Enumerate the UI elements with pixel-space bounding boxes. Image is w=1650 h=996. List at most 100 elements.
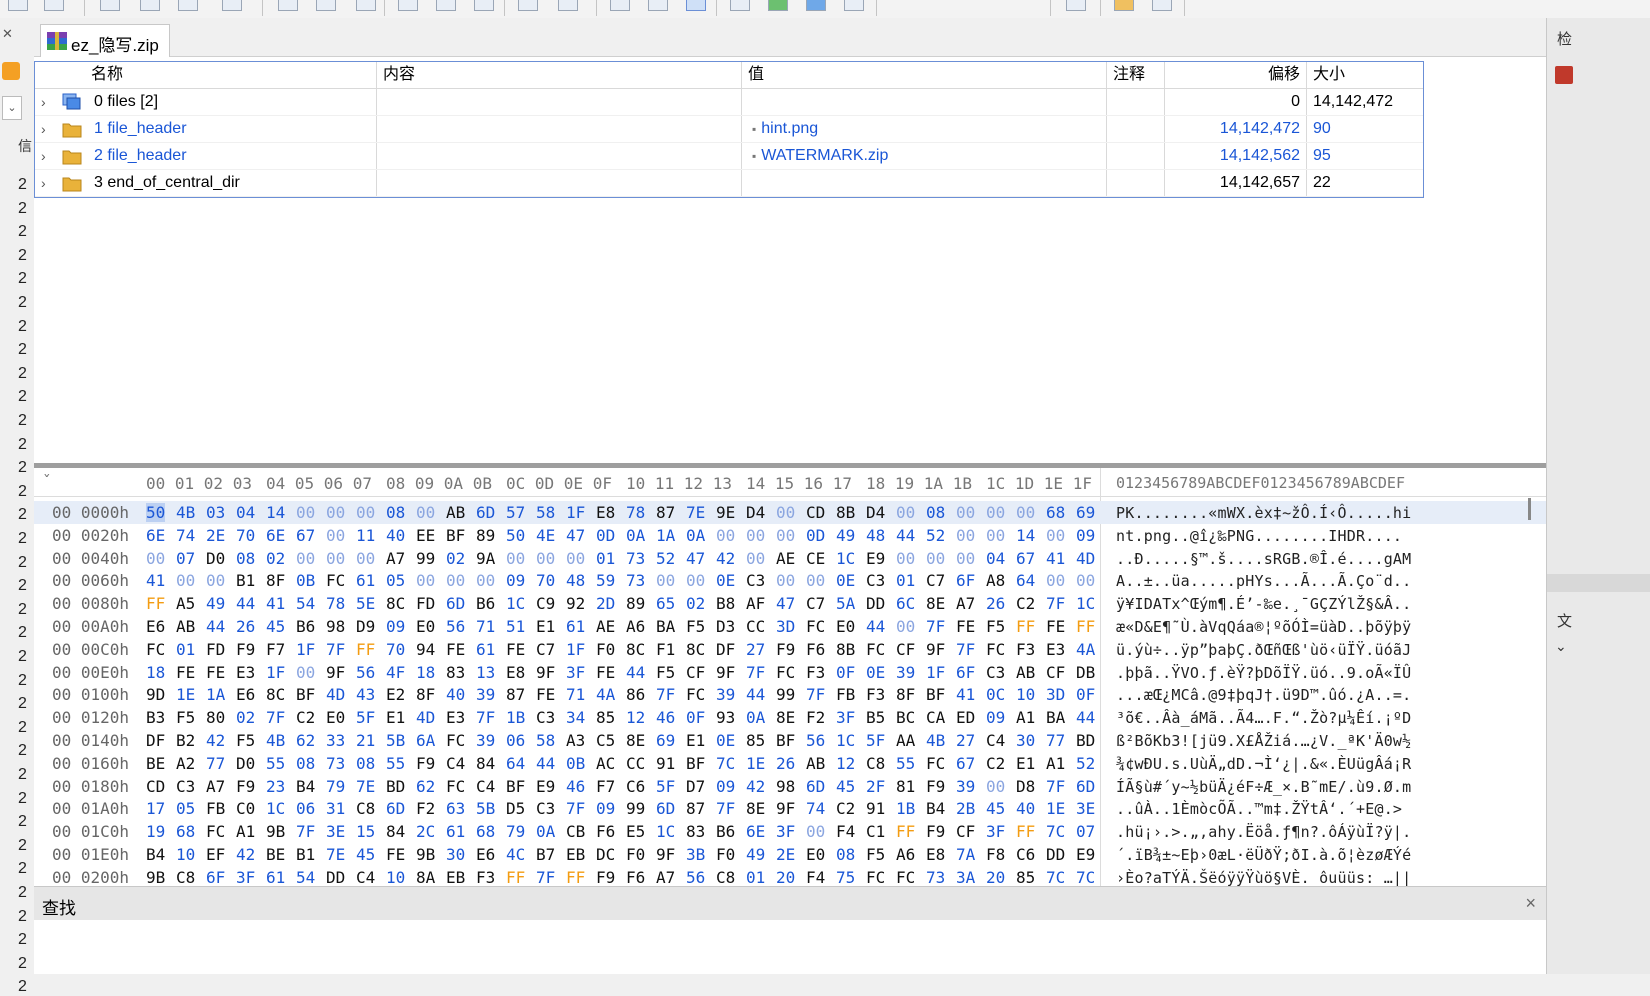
hex-byte[interactable]: 00 <box>1016 503 1035 522</box>
hex-byte[interactable]: 7F <box>926 617 945 636</box>
hex-byte[interactable]: 18 <box>416 663 435 682</box>
hex-byte[interactable]: 6E <box>146 526 165 545</box>
hex-byte[interactable]: 4C <box>506 845 525 864</box>
hex-byte[interactable]: F9 <box>776 640 795 659</box>
hex-byte[interactable]: 98 <box>776 777 795 796</box>
hex-byte[interactable]: FE <box>596 663 615 682</box>
hex-byte[interactable]: 41 <box>956 685 975 704</box>
hex-byte[interactable]: F3 <box>476 868 495 886</box>
hex-byte[interactable]: 20 <box>776 868 795 886</box>
hex-byte[interactable]: FF <box>146 594 165 613</box>
hex-byte[interactable]: 52 <box>656 549 675 568</box>
hex-byte[interactable]: 00 <box>536 549 555 568</box>
hex-byte[interactable]: D9 <box>356 617 375 636</box>
hex-byte[interactable]: 75 <box>836 868 855 886</box>
hex-byte[interactable]: F0 <box>716 845 735 864</box>
hex-byte[interactable]: FC <box>866 868 885 886</box>
right-panel-splitter[interactable] <box>1547 574 1650 592</box>
hex-byte[interactable]: 8E <box>746 799 765 818</box>
hex-byte[interactable]: 44 <box>896 526 915 545</box>
hex-byte[interactable]: 56 <box>446 617 465 636</box>
column-header-size[interactable]: 大小 <box>1307 62 1421 88</box>
align-icon[interactable] <box>474 0 494 11</box>
hex-byte[interactable]: 2F <box>866 777 885 796</box>
hex-byte[interactable]: 6D <box>446 594 465 613</box>
hex-byte[interactable]: 40 <box>446 685 465 704</box>
hex-byte[interactable]: 12 <box>626 708 645 727</box>
hex-byte[interactable]: E6 <box>476 845 495 864</box>
close-icon[interactable]: ✕ <box>2 26 18 42</box>
hex-byte[interactable]: 00 <box>806 822 825 841</box>
hex-byte[interactable]: 7A <box>956 845 975 864</box>
hex-byte[interactable]: 80 <box>206 708 225 727</box>
hex-byte[interactable]: DF <box>716 640 735 659</box>
hex-byte[interactable]: C8 <box>176 868 195 886</box>
hex-byte[interactable]: CD <box>146 777 165 796</box>
hex-byte[interactable]: 74 <box>806 799 825 818</box>
hex-byte[interactable]: 00 <box>986 503 1005 522</box>
column-header-value[interactable]: 值 <box>742 62 1107 88</box>
hex-byte[interactable]: 8C <box>626 640 645 659</box>
hex-byte[interactable]: 0E <box>716 731 735 750</box>
hex-row-ascii[interactable]: A..±..üa.....pHYs...Ã...Ã.Ço¨d.. <box>1116 572 1411 590</box>
hex-byte[interactable]: 00 <box>146 549 165 568</box>
hex-byte[interactable]: 59 <box>596 571 615 590</box>
hex-byte[interactable]: FC <box>206 822 225 841</box>
hex-byte[interactable]: EF <box>206 845 225 864</box>
hex-byte[interactable]: 17 <box>146 799 165 818</box>
hex-byte[interactable]: 0F <box>836 663 855 682</box>
hex-byte[interactable]: 00 <box>986 777 1005 796</box>
hex-byte[interactable]: FE <box>386 845 405 864</box>
view-active-icon[interactable] <box>686 0 706 11</box>
hex-byte[interactable]: A6 <box>626 617 645 636</box>
hex-byte[interactable]: 00 <box>956 549 975 568</box>
hex-byte[interactable]: 00 <box>896 617 915 636</box>
hex-byte[interactable]: E9 <box>1076 845 1095 864</box>
hex-byte[interactable]: 61 <box>476 640 495 659</box>
hex-byte[interactable]: FF <box>1076 617 1095 636</box>
hex-byte[interactable]: B4 <box>296 777 315 796</box>
hex-byte[interactable]: 1F <box>566 640 585 659</box>
hex-byte[interactable]: C3 <box>866 571 885 590</box>
hex-byte[interactable]: B7 <box>536 845 555 864</box>
hex-byte[interactable]: 50 <box>146 503 166 522</box>
hex-byte[interactable]: CF <box>896 640 915 659</box>
hex-byte[interactable]: FD <box>206 640 225 659</box>
hex-byte[interactable]: C3 <box>176 777 195 796</box>
hex-byte[interactable]: 94 <box>416 640 435 659</box>
hex-byte[interactable]: 7C <box>1046 868 1065 886</box>
hex-byte[interactable]: CE <box>806 549 825 568</box>
hex-byte[interactable]: CF <box>956 822 975 841</box>
hex-byte[interactable]: FC <box>986 640 1005 659</box>
hex-byte[interactable]: ED <box>956 708 975 727</box>
hex-byte[interactable]: BF <box>776 731 795 750</box>
replace-icon[interactable] <box>222 0 242 11</box>
hex-byte[interactable]: FE <box>1046 617 1065 636</box>
hex-byte[interactable]: C6 <box>626 777 645 796</box>
hex-byte[interactable]: 41 <box>1046 549 1065 568</box>
hex-byte[interactable]: 7F <box>326 640 345 659</box>
hex-row[interactable]: 00 00C0h FC 01 FD F9 F7 1F 7F FF 70 94 FE 61 FE C7 1F F0… <box>34 638 1546 661</box>
hex-byte[interactable]: 73 <box>926 868 945 886</box>
hex-byte[interactable]: 69 <box>1076 503 1095 522</box>
hex-byte[interactable]: 6A <box>416 731 435 750</box>
hex-byte[interactable]: 48 <box>566 571 585 590</box>
hex-byte[interactable]: 40 <box>1016 799 1035 818</box>
hex-byte[interactable]: 34 <box>566 708 585 727</box>
hex-byte[interactable]: F5 <box>686 617 705 636</box>
hex-byte[interactable]: FD <box>416 594 435 613</box>
hex-byte[interactable]: 45 <box>836 777 855 796</box>
hex-byte[interactable]: 9F <box>656 845 675 864</box>
hex-byte[interactable]: A8 <box>986 571 1005 590</box>
hex-byte[interactable]: 8E <box>626 731 645 750</box>
hex-byte[interactable]: E3 <box>236 663 255 682</box>
hex-row[interactable]: 00 0140h DF B2 42 F5 4B 62 33 21 5B 6A FC 39 06 58 A3 C5… <box>34 729 1546 752</box>
hex-byte[interactable]: EE <box>416 526 435 545</box>
hex-byte[interactable]: FC <box>806 617 825 636</box>
hex-byte[interactable]: B3 <box>146 708 165 727</box>
hex-row-ascii[interactable]: ..Ð.....§™.š....sRGB.®Î.é....gAM <box>1116 550 1411 568</box>
hex-row-ascii[interactable]: nt.png..@î¿‰PNG........IHDR.... <box>1116 527 1402 545</box>
hex-byte[interactable]: FE <box>206 663 225 682</box>
hex-byte[interactable]: 0F <box>1076 685 1095 704</box>
chevron-right-icon[interactable]: › <box>41 170 53 196</box>
